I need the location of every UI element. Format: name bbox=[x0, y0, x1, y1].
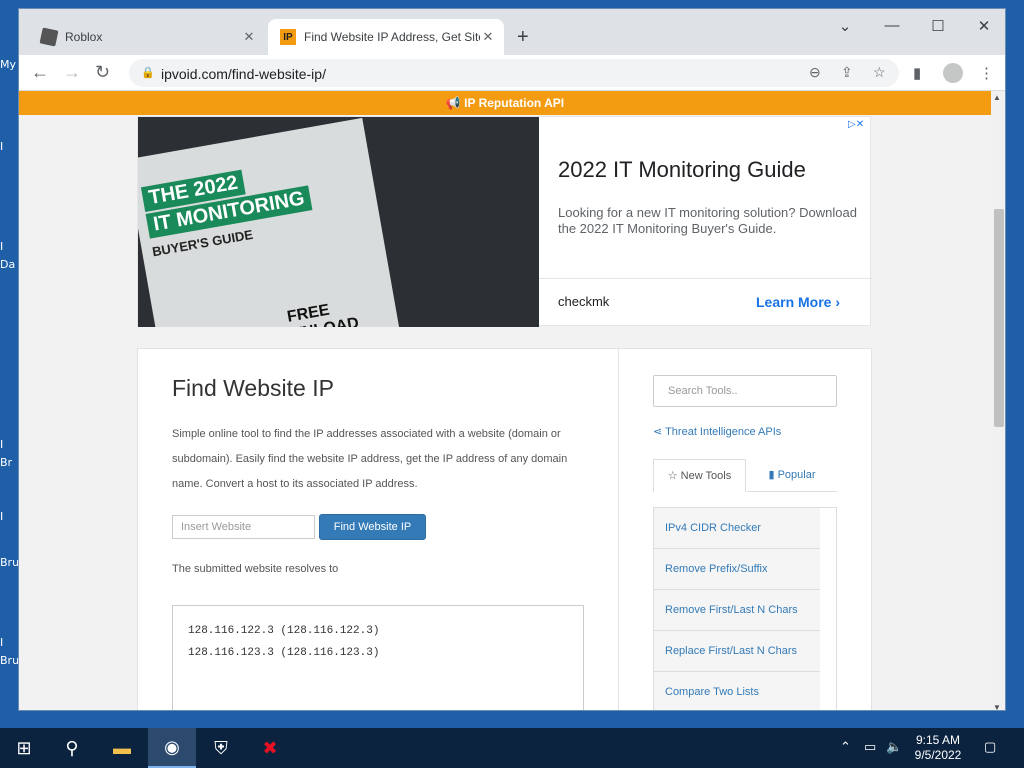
desktop-icon-label[interactable]: I bbox=[0, 140, 20, 153]
desktop-icon-label[interactable]: I bbox=[0, 240, 20, 253]
tab-find-website-ip[interactable]: IP Find Website IP Address, Get Site ✕ bbox=[268, 19, 504, 55]
volume-icon[interactable]: 🔈 bbox=[886, 739, 902, 755]
side-panel-icon[interactable]: ▮ bbox=[913, 64, 921, 82]
security-shield-icon[interactable]: ⛨ bbox=[197, 728, 245, 768]
ipvoid-favicon: IP bbox=[280, 29, 296, 45]
page-title: Find Website IP bbox=[172, 375, 334, 401]
desktop-icon-label[interactable]: Bru bbox=[0, 654, 20, 667]
tab-new-tools[interactable]: ☆ New Tools bbox=[653, 459, 746, 492]
maximize-button[interactable]: ☐ bbox=[915, 17, 961, 35]
taskbar: ⊞ ⚲ ▬ ◉ ⛨ ✖ ⌃ ▭ 🔈 9:15 AM 9/5/2022 ▢ bbox=[0, 728, 1024, 768]
ad-divider bbox=[539, 278, 872, 279]
website-input[interactable]: Insert Website bbox=[172, 515, 315, 539]
sidebar-card: Search Tools.. ⋖ Threat Intelligence API… bbox=[618, 348, 872, 710]
roblox-icon bbox=[39, 27, 59, 47]
reload-icon[interactable]: ↻ bbox=[95, 62, 110, 83]
tab-strip: Roblox ✕ IP Find Website IP Address, Get… bbox=[19, 9, 1005, 55]
new-tab-button[interactable]: + bbox=[517, 26, 529, 49]
system-clock[interactable]: 9:15 AM 9/5/2022 bbox=[908, 733, 968, 763]
back-arrow-icon[interactable]: ← bbox=[31, 62, 49, 83]
desktop-icon-label[interactable]: Bru bbox=[0, 556, 20, 569]
desktop-icon-label[interactable]: Da bbox=[0, 258, 20, 271]
tool-item-ipv4-cidr-checker[interactable]: IPv4 CIDR Checker bbox=[654, 508, 820, 549]
tool-item-remove-prefix-suffix[interactable]: Remove Prefix/Suffix bbox=[654, 549, 820, 590]
clock-date: 9/5/2022 bbox=[914, 748, 962, 762]
desktop-icon-label[interactable]: I bbox=[0, 438, 20, 451]
chrome-icon[interactable]: ◉ bbox=[148, 728, 196, 768]
ad-choices-icon[interactable]: ▷✕ bbox=[848, 119, 864, 130]
search-icon[interactable]: ⚲ bbox=[48, 728, 96, 768]
scroll-up-arrow-icon[interactable]: ▲ bbox=[993, 93, 1001, 102]
tab-title: Find Website IP Address, Get Site bbox=[304, 30, 480, 44]
network-icon[interactable]: ▭ bbox=[864, 739, 876, 755]
address-bar[interactable]: 🔒 ipvoid.com/find-website-ip/ ⊖ ⇪ ☆ bbox=[129, 59, 899, 87]
find-website-ip-button[interactable]: Find Website IP bbox=[319, 514, 426, 540]
forward-arrow-icon[interactable]: → bbox=[63, 62, 81, 83]
tool-card: Find Website IP Simple online tool to fi… bbox=[137, 348, 619, 710]
page-content: 📢 IP Reputation API THE 2022 IT MONITORI… bbox=[19, 91, 991, 710]
ad-image[interactable]: THE 2022 IT MONITORING BUYER'S GUIDE FRE… bbox=[138, 117, 539, 327]
desktop-icon-label[interactable]: Br bbox=[0, 456, 20, 469]
browser-toolbar: ← → ↻ 🔒 ipvoid.com/find-website-ip/ ⊖ ⇪ … bbox=[19, 55, 1005, 91]
resolves-text: The submitted website resolves to bbox=[172, 563, 339, 575]
bar-chart-icon: ▮ bbox=[768, 469, 778, 481]
ad-brand: checkmk bbox=[558, 294, 610, 309]
share-icon: ⋖ bbox=[653, 426, 666, 438]
result-line: 128.116.123.3 (128.116.123.3) bbox=[188, 647, 380, 659]
book-free-download: FREE DOWNLOAD bbox=[263, 301, 360, 327]
ad-book-cover: THE 2022 IT MONITORING BUYER'S GUIDE FRE… bbox=[138, 117, 403, 327]
minimize-button[interactable]: — bbox=[869, 17, 915, 34]
ad-title[interactable]: 2022 IT Monitoring Guide bbox=[558, 157, 806, 183]
advertisement[interactable]: THE 2022 IT MONITORING BUYER'S GUIDE FRE… bbox=[137, 116, 872, 327]
browser-window: Roblox ✕ IP Find Website IP Address, Get… bbox=[18, 8, 1006, 711]
threat-intelligence-link[interactable]: ⋖ Threat Intelligence APIs bbox=[653, 425, 781, 438]
ip-reputation-banner[interactable]: 📢 IP Reputation API bbox=[19, 91, 991, 115]
tray-chevron-up-icon[interactable]: ⌃ bbox=[840, 739, 851, 755]
tool-item-compare-two-lists[interactable]: Compare Two Lists bbox=[654, 672, 820, 710]
profile-avatar[interactable] bbox=[943, 63, 963, 83]
desktop-icon-label[interactable]: I bbox=[0, 636, 20, 649]
desktop-icon-label[interactable]: My bbox=[0, 58, 20, 71]
share-icon[interactable]: ⇪ bbox=[841, 64, 853, 81]
results-textarea[interactable]: 128.116.122.3 (128.116.122.3) 128.116.12… bbox=[172, 605, 584, 710]
menu-dots-icon[interactable]: ⋮ bbox=[979, 64, 994, 82]
close-tab-icon[interactable]: ✕ bbox=[241, 29, 257, 45]
ad-learn-more-link[interactable]: Learn More › bbox=[756, 294, 840, 310]
close-tab-icon[interactable]: ✕ bbox=[480, 29, 496, 45]
tab-search-icon[interactable]: ⌄ bbox=[822, 17, 868, 35]
ad-description: Looking for a new IT monitoring solution… bbox=[558, 205, 857, 236]
tab-roblox[interactable]: Roblox ✕ bbox=[29, 19, 265, 55]
page-scroll-thumb[interactable] bbox=[994, 209, 1004, 427]
tool-item-replace-first-last-n-chars[interactable]: Replace First/Last N Chars bbox=[654, 631, 820, 672]
threat-intelligence-label: Threat Intelligence APIs bbox=[665, 426, 782, 438]
windows-start-icon[interactable]: ⊞ bbox=[0, 728, 48, 768]
tab-title: Roblox bbox=[65, 30, 103, 44]
red-x-app-icon[interactable]: ✖ bbox=[246, 728, 294, 768]
lock-icon[interactable]: 🔒 bbox=[141, 66, 155, 79]
tool-description: Simple online tool to find the IP addres… bbox=[172, 428, 568, 490]
zoom-icon[interactable]: ⊖ bbox=[809, 64, 821, 81]
search-tools-input[interactable]: Search Tools.. bbox=[653, 375, 837, 407]
file-explorer-icon[interactable]: ▬ bbox=[98, 728, 146, 768]
bookmark-star-icon[interactable]: ☆ bbox=[873, 64, 886, 81]
result-line: 128.116.122.3 (128.116.122.3) bbox=[188, 625, 380, 637]
notifications-icon[interactable]: ▢ bbox=[984, 739, 996, 755]
tab-popular-label: Popular bbox=[777, 469, 816, 481]
tab-popular[interactable]: ▮ Popular bbox=[747, 459, 837, 492]
tool-item-remove-first-last-n-chars[interactable]: Remove First/Last N Chars bbox=[654, 590, 820, 631]
desktop-icon-label[interactable]: I bbox=[0, 510, 20, 523]
close-window-button[interactable]: ✕ bbox=[961, 17, 1005, 35]
tools-list[interactable]: IPv4 CIDR Checker Remove Prefix/Suffix R… bbox=[653, 507, 837, 710]
clock-time: 9:15 AM bbox=[915, 733, 961, 747]
scroll-down-arrow-icon[interactable]: ▼ bbox=[993, 703, 1001, 710]
url-text[interactable]: ipvoid.com/find-website-ip/ bbox=[161, 66, 326, 82]
